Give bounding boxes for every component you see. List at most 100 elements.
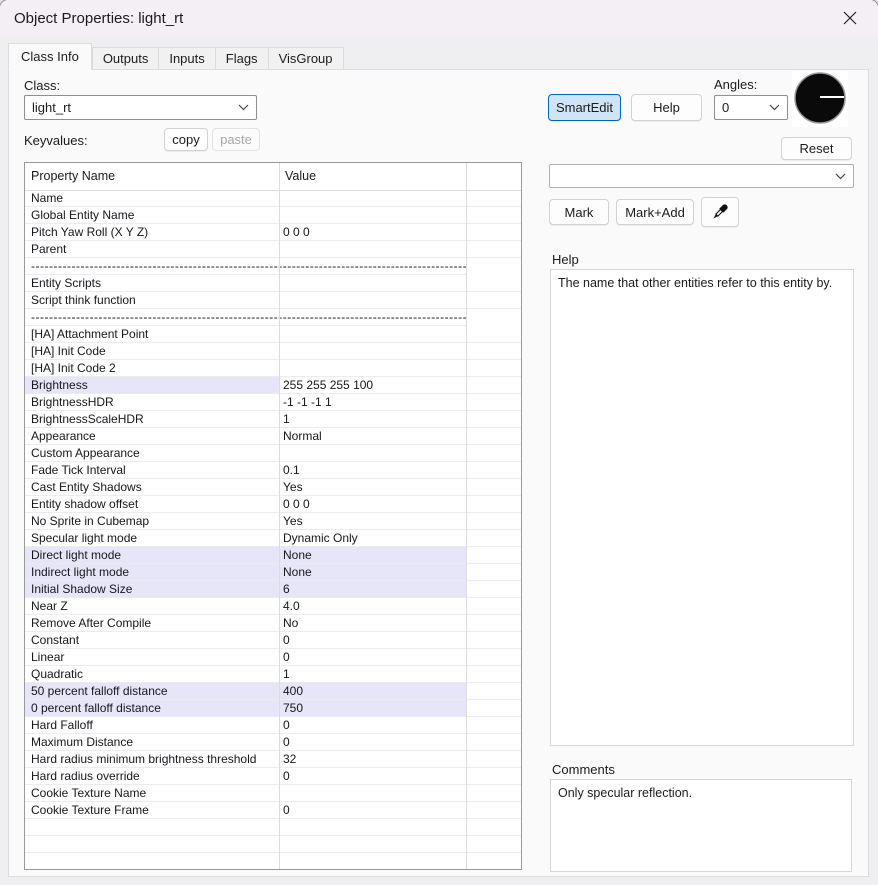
table-row[interactable]: Direct light modeNone [25,547,521,564]
smartedit-button[interactable]: SmartEdit [548,94,621,121]
separator-row[interactable]: ----------------------------------------… [25,309,521,326]
tab-class-info[interactable]: Class Info [8,43,92,70]
table-row[interactable]: Global Entity Name [25,207,521,224]
mark-add-button[interactable]: Mark+Add [616,199,694,225]
table-row[interactable] [25,836,521,853]
tab-visgroup[interactable]: VisGroup [269,47,344,70]
comments-textbox[interactable]: Only specular reflection. [550,779,852,872]
property-value-cell [279,190,466,207]
table-row[interactable]: [HA] Init Code 2 [25,360,521,377]
table-row[interactable]: AppearanceNormal [25,428,521,445]
property-name-cell: Brightness [25,377,279,394]
empty-cell [466,683,521,700]
property-name-cell: [HA] Init Code [25,343,279,360]
property-name-cell: [HA] Init Code 2 [25,360,279,377]
keyvalue-table-header: Property Name Value [25,163,521,190]
empty-cell [466,394,521,411]
copy-keyvalues-button[interactable]: copy [164,128,208,151]
eyedropper-icon [709,201,731,223]
empty-cell [466,224,521,241]
property-value-cell: 0.1 [279,462,466,479]
property-value-cell: 32 [279,751,466,768]
table-row[interactable]: Name [25,190,521,207]
property-value-cell [279,292,466,309]
table-row[interactable]: Entity shadow offset0 0 0 [25,496,521,513]
table-row[interactable]: [HA] Init Code [25,343,521,360]
table-row[interactable]: Entity Scripts [25,275,521,292]
help-panel-label: Help [552,252,579,267]
eyedropper-button[interactable] [701,197,739,227]
empty-cell [466,190,521,207]
property-name-cell: Near Z [25,598,279,615]
titlebar: Object Properties: light_rt [0,0,878,36]
empty-cell [466,819,521,836]
table-row[interactable]: Parent [25,241,521,258]
property-value-cell: 1 [279,666,466,683]
empty-cell [466,411,521,428]
table-row[interactable]: Fade Tick Interval0.1 [25,462,521,479]
column-header-value[interactable]: Value [285,169,316,183]
empty-cell [466,615,521,632]
empty-cell [466,547,521,564]
table-row[interactable]: Indirect light modeNone [25,564,521,581]
table-row[interactable] [25,853,521,870]
table-row[interactable]: BrightnessHDR-1 -1 -1 1 [25,394,521,411]
property-name-cell: Entity shadow offset [25,496,279,513]
property-value-cell: 4.0 [279,598,466,615]
property-name-cell: Indirect light mode [25,564,279,581]
mark-button[interactable]: Mark [549,199,609,225]
empty-cell [466,666,521,683]
table-row[interactable]: Specular light modeDynamic Only [25,530,521,547]
table-row[interactable]: Hard radius minimum brightness threshold… [25,751,521,768]
tab-flags[interactable]: Flags [216,47,269,70]
table-row[interactable]: Near Z4.0 [25,598,521,615]
property-name-cell: BrightnessScaleHDR [25,411,279,428]
table-row[interactable]: Pitch Yaw Roll (X Y Z)0 0 0 [25,224,521,241]
angles-combobox-value: 0 [722,100,729,115]
property-name-cell: Entity Scripts [25,275,279,292]
angles-combobox[interactable]: 0 [714,95,788,120]
empty-cell [466,428,521,445]
table-row[interactable]: Script think function [25,292,521,309]
table-row[interactable]: Linear0 [25,649,521,666]
tab-inputs[interactable]: Inputs [159,47,215,70]
keyvalue-combobox[interactable] [549,164,854,188]
empty-cell [466,632,521,649]
class-combobox[interactable]: light_rt [24,95,257,120]
angle-picker[interactable] [792,71,848,127]
table-row[interactable]: Brightness255 255 255 100 [25,377,521,394]
table-row[interactable]: No Sprite in CubemapYes [25,513,521,530]
table-row[interactable]: [HA] Attachment Point [25,326,521,343]
close-button[interactable] [828,0,872,36]
table-row[interactable]: Cast Entity ShadowsYes [25,479,521,496]
table-row[interactable]: Maximum Distance0 [25,734,521,751]
table-row[interactable]: Quadratic1 [25,666,521,683]
keyvalue-table[interactable]: Property Name Value NameGlobal Entity Na… [24,162,522,870]
table-row[interactable]: Cookie Texture Name [25,785,521,802]
property-name-cell: Specular light mode [25,530,279,547]
help-textbox[interactable]: The name that other entities refer to th… [550,269,854,746]
table-row[interactable] [25,819,521,836]
property-value-cell [279,241,466,258]
table-row[interactable]: BrightnessScaleHDR1 [25,411,521,428]
reset-button[interactable]: Reset [781,137,852,160]
help-button[interactable]: Help [631,94,702,121]
angles-label: Angles: [714,77,757,92]
property-name-cell: Hard radius override [25,768,279,785]
separator-row[interactable]: ----------------------------------------… [25,258,521,275]
table-row[interactable]: Cookie Texture Frame0 [25,802,521,819]
tab-outputs[interactable]: Outputs [92,47,160,70]
empty-cell [466,292,521,309]
table-row[interactable]: Initial Shadow Size6 [25,581,521,598]
column-header-property-name[interactable]: Property Name [31,169,115,183]
table-row[interactable]: Remove After CompileNo [25,615,521,632]
table-row[interactable]: Custom Appearance [25,445,521,462]
table-row[interactable]: 0 percent falloff distance750 [25,700,521,717]
table-row[interactable]: Constant0 [25,632,521,649]
table-row[interactable]: Hard Falloff0 [25,717,521,734]
table-row[interactable]: Hard radius override0 [25,768,521,785]
table-row[interactable]: 50 percent falloff distance400 [25,683,521,700]
property-name-cell: Maximum Distance [25,734,279,751]
paste-keyvalues-button[interactable]: paste [212,128,260,151]
property-value-cell: 6 [279,581,466,598]
